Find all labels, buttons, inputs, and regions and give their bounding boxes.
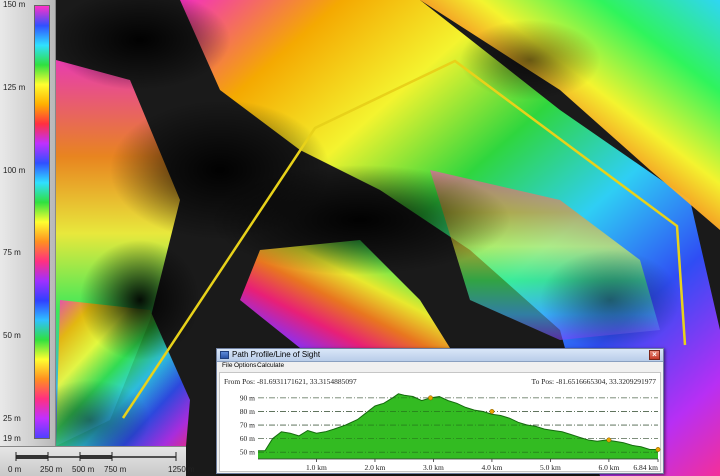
x-tick-label: 2.0 km — [365, 463, 386, 472]
scale-label: 500 m — [72, 465, 95, 474]
x-tick-label: 6.0 km — [598, 463, 619, 472]
scale-label: 0 m — [8, 465, 22, 474]
scale-bar: 0 m 250 m 500 m 750 m 1250 m — [0, 446, 195, 476]
y-tick-label: 70 m — [240, 421, 255, 430]
window-titlebar[interactable]: Path Profile/Line of Sight × — [217, 349, 663, 362]
elevation-color-bar — [34, 5, 50, 439]
profile-marker — [489, 409, 495, 414]
legend-label: 100 m — [3, 165, 26, 175]
scale-label: 1250 m — [168, 465, 195, 474]
y-tick-label: 60 m — [240, 434, 255, 443]
profile-chart-panel: From Pos: -81.6931171621, 33.3154885097 … — [219, 372, 661, 472]
x-tick-label: 1.0 km — [306, 463, 327, 472]
scale-segment — [16, 455, 48, 459]
menu-options[interactable]: Options — [234, 362, 256, 369]
elevation-profile-chart[interactable]: 50 m 60 m 70 m 80 m 90 m 1.0 km 2.0 km 3.0 km 4.… — [220, 373, 662, 473]
legend-label: 125 m — [3, 82, 26, 92]
legend-label: 75 m — [3, 248, 21, 258]
path-profile-window[interactable]: Path Profile/Line of Sight × File Option… — [216, 348, 664, 474]
y-tick-label: 80 m — [240, 407, 255, 416]
window-app-icon — [220, 351, 229, 359]
scale-label: 250 m — [40, 465, 63, 474]
legend-label: 19 m — [3, 434, 21, 443]
x-tick-label: 4.0 km — [481, 463, 502, 472]
x-tick-label: 6.84 km — [633, 463, 658, 472]
scale-label: 750 m — [104, 465, 127, 474]
scale-segment — [80, 455, 112, 459]
y-tick-label: 90 m — [240, 393, 255, 402]
profile-marker — [428, 395, 433, 401]
legend-label: 50 m — [3, 331, 21, 341]
close-button[interactable]: × — [649, 350, 660, 360]
legend-label: 150 m — [3, 0, 26, 9]
profile-marker — [606, 437, 612, 443]
x-tick-label: 5.0 km — [540, 463, 561, 472]
x-tick-label: 3.0 km — [423, 463, 444, 472]
profile-marker — [655, 447, 661, 452]
y-tick-label: 50 m — [240, 448, 255, 457]
menu-bar: File Options Calculate — [217, 362, 663, 371]
menu-file[interactable]: File — [222, 362, 232, 369]
menu-calculate[interactable]: Calculate — [257, 362, 284, 369]
elevation-legend: 150 m 125 m 100 m 75 m 50 m 25 m 19 m — [0, 0, 56, 446]
legend-label: 25 m — [3, 414, 21, 424]
window-title: Path Profile/Line of Sight — [232, 350, 321, 359]
